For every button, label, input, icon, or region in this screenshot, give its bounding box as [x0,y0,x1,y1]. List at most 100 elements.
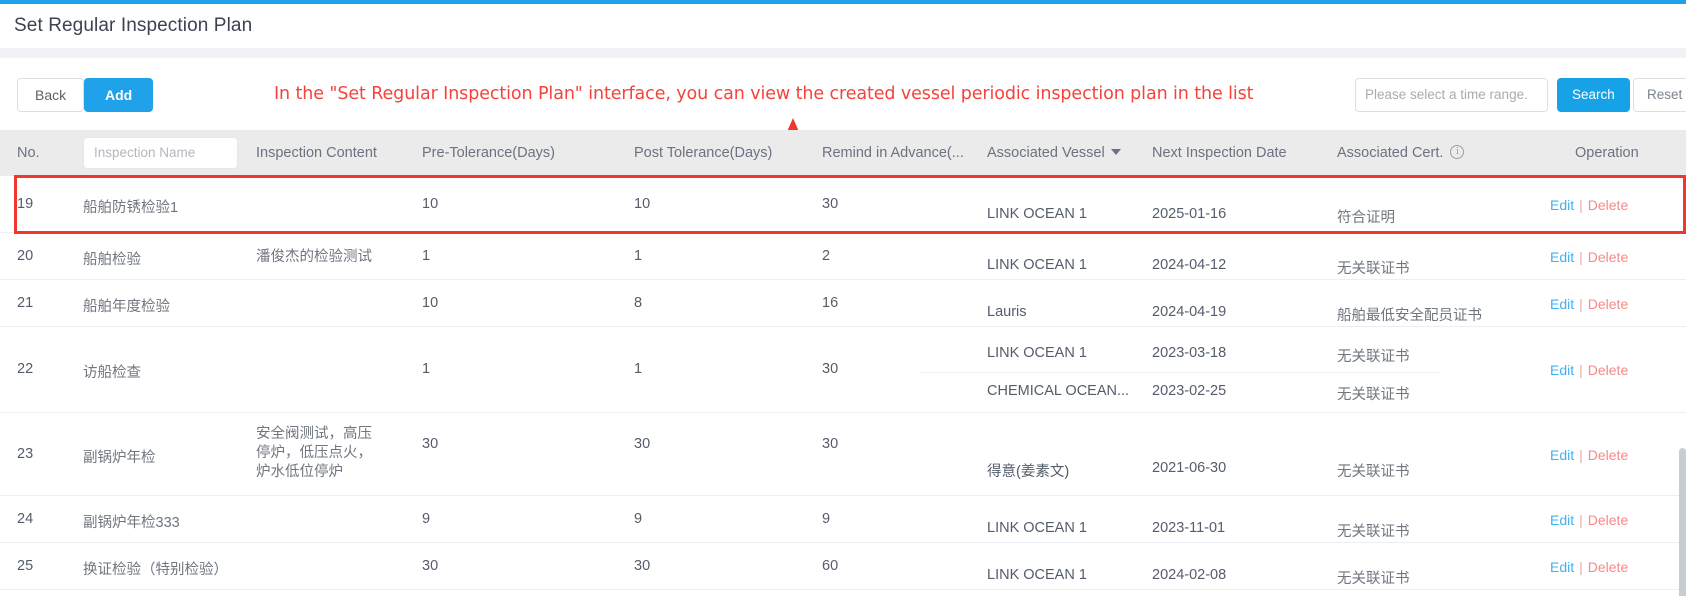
cell-associated-cert: 无关联证书 [1337,257,1410,278]
cell-operation: Edit | Delete [1550,362,1628,378]
cell-associated-vessel: CHEMICAL OCEAN... [987,383,1129,399]
table-row[interactable]: 25换证检验（特别检验）303060LINK OCEAN 12024-02-08… [0,543,1686,590]
column-header-inspection-content: Inspection Content [256,130,377,176]
edit-link[interactable]: Edit [1550,296,1574,312]
cell-next-inspection-date: 2023-03-18 [1152,345,1226,361]
chevron-down-icon[interactable] [1111,149,1121,155]
column-header-post-tolerance: Post Tolerance(Days) [634,130,772,176]
cell-operation: Edit|Delete [1550,559,1628,575]
cell-next-inspection-date: 2024-02-08 [1152,567,1226,583]
table-body: 19船舶防锈检验1101030LINK OCEAN 12025-01-16符合证… [0,176,1686,590]
column-header-associated-cert: Associated Cert. i [1337,130,1464,176]
cell-inspection-content: 安全阀测试，高压停炉，低压点火，炉水低位停炉 [256,425,386,482]
edit-link[interactable]: Edit [1550,559,1574,575]
cell-pre-tolerance: 10 [422,295,438,311]
cell-post-tolerance: 8 [634,295,642,311]
table-row[interactable]: 21船舶年度检验10816Lauris2024-04-19船舶最低安全配员证书E… [0,280,1686,327]
cell-remind-in-advance: 30 [822,196,838,212]
cell-pre-tolerance: 30 [422,436,438,452]
column-header-no: No. [17,130,40,176]
app-root: Set Regular Inspection Plan Back Add In … [0,0,1686,596]
table-row[interactable]: 23副锅炉年检安全阀测试，高压停炉，低压点火，炉水低位停炉303030得意(姜素… [0,413,1686,496]
inspection-plan-table: No. Inspection Name Inspection Content P… [0,130,1686,590]
cell-inspection-name: 船舶检验 [83,248,141,269]
vertical-scrollbar[interactable] [1679,448,1686,596]
table-row[interactable]: 22访船检查1130LINK OCEAN 12023-03-18无关联证书CHE… [0,327,1686,413]
table-row[interactable]: 24副锅炉年检333999LINK OCEAN 12023-11-01无关联证书… [0,496,1686,543]
table-row[interactable]: 19船舶防锈检验1101030LINK OCEAN 12025-01-16符合证… [0,176,1686,233]
cell-associated-cert: 无关联证书 [1337,520,1410,541]
cell-next-inspection-date: 2024-04-19 [1152,304,1226,320]
cell-associated-cert: 无关联证书 [1337,383,1410,404]
content-card: Back Add In the "Set Regular Inspection … [0,58,1686,596]
date-range-input[interactable]: Please select a time range. [1355,78,1548,112]
cell-associated-vessel: LINK OCEAN 1 [987,520,1087,536]
cell-no: 24 [17,511,33,527]
column-header-pre-tolerance: Pre-Tolerance(Days) [422,130,555,176]
delete-link[interactable]: Delete [1588,512,1628,528]
cell-inspection-name: 副锅炉年检 [83,446,156,467]
cell-pre-tolerance: 10 [422,196,438,212]
column-header-associated-vessel[interactable]: Associated Vessel [987,130,1121,176]
edit-link[interactable]: Edit [1550,362,1574,378]
cell-inspection-name: 换证检验（特别检验） [83,558,228,579]
cell-no: 21 [17,295,33,311]
edit-link[interactable]: Edit [1550,197,1574,213]
edit-link[interactable]: Edit [1550,249,1574,265]
delete-link[interactable]: Delete [1588,559,1628,575]
cell-associated-cert: 无关联证书 [1337,460,1410,481]
back-button[interactable]: Back [17,78,84,112]
cell-associated-cert: 船舶最低安全配员证书 [1337,304,1482,325]
delete-link[interactable]: Delete [1588,447,1628,463]
cell-next-inspection-date: 2023-02-25 [1152,383,1226,399]
cell-no: 19 [17,196,33,212]
sub-row-divider [920,372,1440,373]
cell-no: 25 [17,558,33,574]
cell-inspection-name: 船舶防锈检验1 [83,196,178,217]
edit-link[interactable]: Edit [1550,447,1574,463]
operation-separator: | [1579,447,1583,463]
operation-separator: | [1579,249,1583,265]
cell-inspection-content: 潘俊杰的检验测试 [256,248,386,267]
reset-button[interactable]: Reset [1633,78,1686,112]
table-row[interactable]: 20船舶检验潘俊杰的检验测试112LINK OCEAN 12024-04-12无… [0,233,1686,280]
delete-link[interactable]: Delete [1588,197,1628,213]
cell-post-tolerance: 1 [634,248,642,264]
cell-remind-in-advance: 30 [822,361,838,377]
cell-post-tolerance: 30 [634,558,650,574]
cell-post-tolerance: 10 [634,196,650,212]
column-header-associated-cert-label: Associated Cert. [1337,145,1443,161]
cell-associated-vessel: LINK OCEAN 1 [987,345,1087,361]
cell-remind-in-advance: 2 [822,248,830,264]
cell-pre-tolerance: 30 [422,558,438,574]
cell-operation: Edit | Delete [1550,249,1628,265]
cell-remind-in-advance: 60 [822,558,838,574]
cell-remind-in-advance: 30 [822,436,838,452]
delete-link[interactable]: Delete [1588,249,1628,265]
cell-no: 22 [17,361,33,377]
cell-remind-in-advance: 9 [822,511,830,527]
operation-separator: | [1579,362,1583,378]
cell-operation: Edit | Delete [1550,197,1628,213]
edit-link[interactable]: Edit [1550,512,1574,528]
delete-link[interactable]: Delete [1588,296,1628,312]
operation-separator: | [1579,512,1583,528]
cell-next-inspection-date: 2024-04-12 [1152,257,1226,273]
cell-inspection-name: 副锅炉年检333 [83,511,180,532]
cell-inspection-name: 船舶年度检验 [83,295,170,316]
operation-separator: | [1579,197,1583,213]
search-button[interactable]: Search [1557,78,1630,112]
add-button[interactable]: Add [84,78,153,112]
cell-associated-vessel: LINK OCEAN 1 [987,257,1087,273]
page-title: Set Regular Inspection Plan [14,15,252,37]
cell-associated-vessel: LINK OCEAN 1 [987,206,1087,222]
column-header-remind-in-advance: Remind in Advance(... [822,130,964,176]
inspection-name-filter-input[interactable]: Inspection Name [83,137,238,169]
cell-associated-vessel: Lauris [987,304,1027,320]
cell-pre-tolerance: 1 [422,361,430,377]
info-icon[interactable]: i [1450,145,1464,159]
cell-next-inspection-date: 2023-11-01 [1152,520,1225,536]
delete-link[interactable]: Delete [1588,362,1628,378]
cell-no: 23 [17,446,33,462]
page-title-bar: Set Regular Inspection Plan [0,4,1686,48]
